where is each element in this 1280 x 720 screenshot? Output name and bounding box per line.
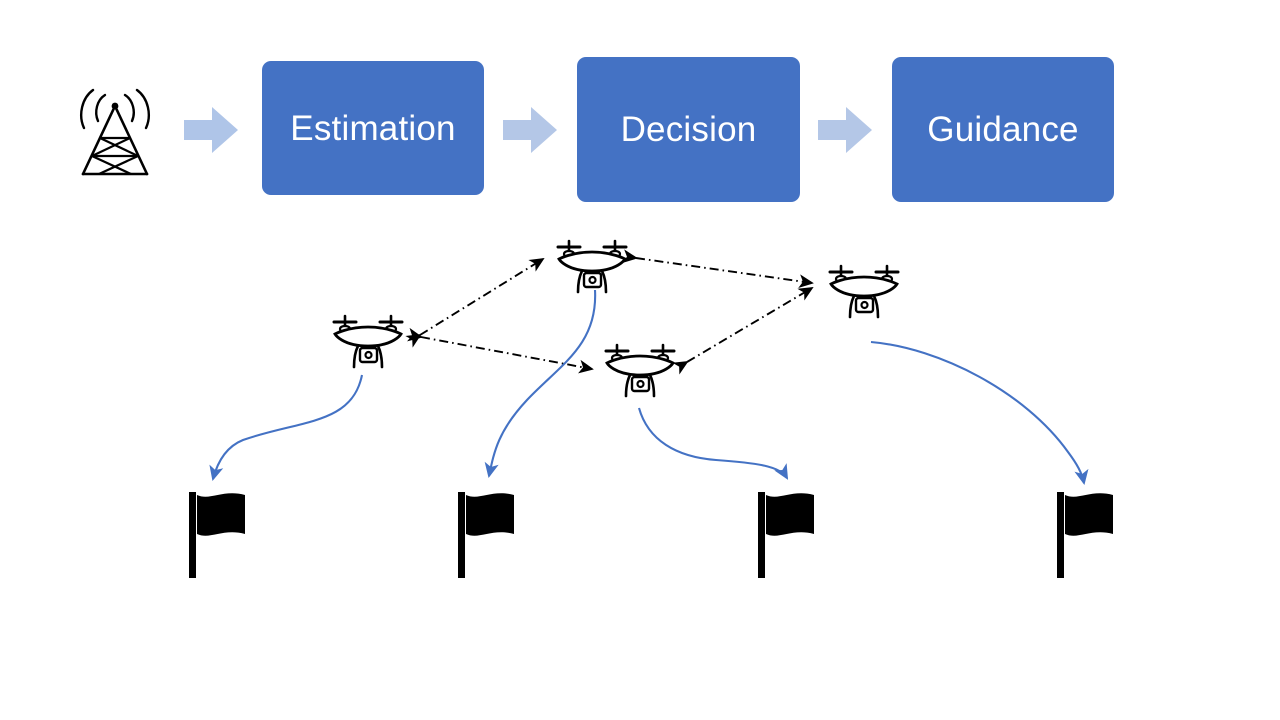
quadcopter-drone-icon-left[interactable]: [322, 303, 414, 374]
flag-icon-target-2[interactable]: [455, 490, 521, 585]
quadcopter-drone-icon-right[interactable]: [818, 253, 910, 324]
network-link-left-center: [407, 327, 594, 374]
diagram-canvas: Estimation Decision Guidance: [0, 0, 1280, 720]
flag-icon-target-4[interactable]: [1054, 490, 1120, 585]
network-link-left-top: [405, 258, 545, 348]
flag-icon-target-1[interactable]: [186, 490, 252, 585]
network-link-top-right: [622, 249, 814, 288]
network-link-center-right: [672, 287, 814, 375]
guidance-curve-drone-top-to-flag-2: [484, 289, 597, 479]
quadcopter-drone-icon-center[interactable]: [594, 332, 686, 403]
quadcopter-drone-icon-top[interactable]: [546, 228, 638, 299]
guidance-curve-drone-right-to-flag-4: [870, 340, 1089, 486]
guidance-curve-drone-left-to-flag-1: [209, 374, 364, 482]
flag-icon-target-3[interactable]: [755, 490, 821, 585]
guidance-curve-drone-center-to-flag-3: [637, 407, 789, 480]
